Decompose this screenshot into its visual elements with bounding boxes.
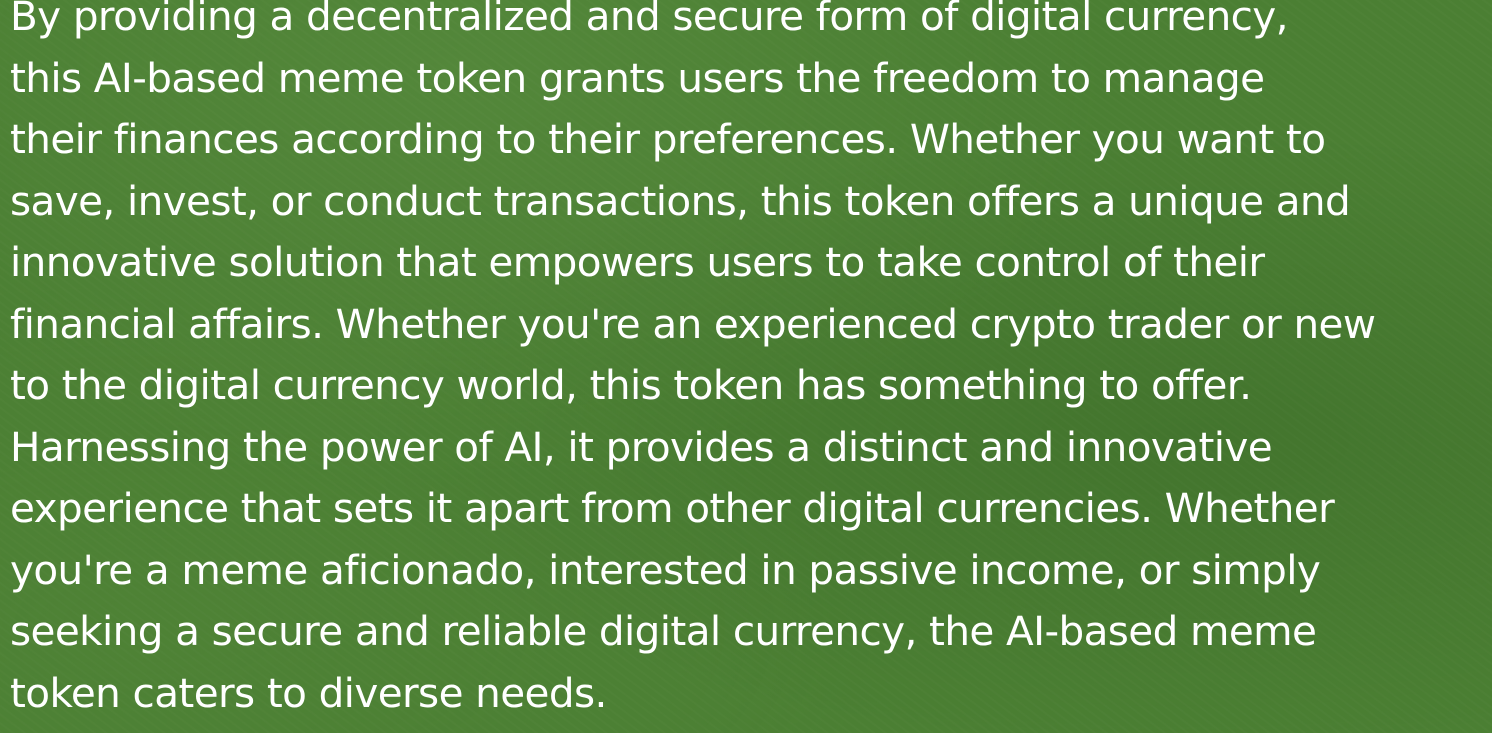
paragraph-line: this AI-based meme token grants users th… bbox=[10, 53, 1265, 102]
paragraph-line: their finances according to their prefer… bbox=[10, 115, 1326, 163]
paragraph-line: Harnessing the power of AI, it provides … bbox=[10, 422, 1273, 471]
paragraph-line: financial affairs. Whether you're an exp… bbox=[10, 299, 1376, 348]
paragraph-line: save, invest, or conduct transactions, t… bbox=[10, 176, 1351, 225]
paragraph-line: token caters to diverse needs. bbox=[10, 668, 607, 717]
paragraph-line: to the digital currency world, this toke… bbox=[10, 361, 1252, 409]
paragraph-line: By providing a decentralized and secure … bbox=[10, 0, 1289, 40]
paragraph-line: innovative solution that empowers users … bbox=[10, 238, 1265, 286]
paragraph-line: seeking a secure and reliable digital cu… bbox=[10, 607, 1317, 655]
content-block: By providing a decentralized and secure … bbox=[10, 0, 1486, 733]
paragraph-line: you're a meme aficionado, interested in … bbox=[10, 545, 1321, 594]
description-paragraph: By providing a decentralized and secure … bbox=[10, 0, 1486, 724]
paragraph-line: experience that sets it apart from other… bbox=[10, 484, 1335, 532]
